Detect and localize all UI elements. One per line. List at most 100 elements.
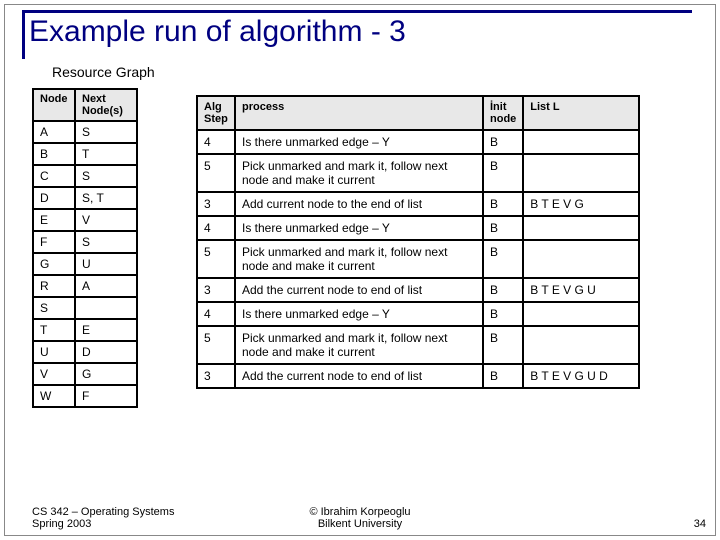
- header-node: Node: [33, 89, 75, 121]
- header-process: process: [235, 96, 483, 130]
- footer-center: © Ibrahim Korpeoglu Bilkent University: [0, 506, 720, 530]
- cell-init: B: [483, 240, 523, 278]
- table-header-row: Node Next Node(s): [33, 89, 137, 121]
- footer-copyright: © Ibrahim Korpeoglu: [0, 506, 720, 518]
- cell-next: A: [75, 275, 137, 297]
- cell-next: S: [75, 121, 137, 143]
- cell-init: B: [483, 130, 523, 154]
- cell-step: 5: [197, 326, 235, 364]
- cell-process: Add the current node to end of list: [235, 278, 483, 302]
- table-row: 4Is there unmarked edge – YB: [197, 302, 639, 326]
- title-box: Example run of algorithm - 3: [22, 10, 692, 59]
- cell-list: [523, 302, 639, 326]
- cell-list: B T E V G U: [523, 278, 639, 302]
- cell-next: S: [75, 231, 137, 253]
- cell-list: B T E V G U D: [523, 364, 639, 388]
- header-next: Next Node(s): [75, 89, 137, 121]
- cell-list: [523, 240, 639, 278]
- table-row: 3Add the current node to end of listBB T…: [197, 364, 639, 388]
- cell-node: T: [33, 319, 75, 341]
- footer-university: Bilkent University: [0, 518, 720, 530]
- cell-process: Add current node to the end of list: [235, 192, 483, 216]
- table-row: 4Is there unmarked edge – YB: [197, 216, 639, 240]
- cell-next: D: [75, 341, 137, 363]
- cell-list: B T E V G: [523, 192, 639, 216]
- cell-next: U: [75, 253, 137, 275]
- cell-node: W: [33, 385, 75, 407]
- slide-title: Example run of algorithm - 3: [29, 15, 692, 49]
- subtitle: Resource Graph: [52, 64, 155, 80]
- cell-step: 5: [197, 154, 235, 192]
- table-row: 5Pick unmarked and mark it, follow next …: [197, 326, 639, 364]
- cell-next: S: [75, 165, 137, 187]
- cell-node: R: [33, 275, 75, 297]
- cell-node: V: [33, 363, 75, 385]
- cell-process: Is there unmarked edge – Y: [235, 302, 483, 326]
- cell-next: V: [75, 209, 137, 231]
- cell-node: U: [33, 341, 75, 363]
- cell-list: [523, 130, 639, 154]
- cell-node: G: [33, 253, 75, 275]
- table-row: GU: [33, 253, 137, 275]
- table-header-row: Alg Step process İnit node List L: [197, 96, 639, 130]
- cell-next: [75, 297, 137, 319]
- table-row: 3Add the current node to end of listBB T…: [197, 278, 639, 302]
- table-row: 5Pick unmarked and mark it, follow next …: [197, 154, 639, 192]
- cell-node: C: [33, 165, 75, 187]
- cell-init: B: [483, 302, 523, 326]
- table-row: CS: [33, 165, 137, 187]
- cell-process: Is there unmarked edge – Y: [235, 130, 483, 154]
- table-row: 4Is there unmarked edge – YB: [197, 130, 639, 154]
- cell-init: B: [483, 364, 523, 388]
- cell-process: Pick unmarked and mark it, follow next n…: [235, 326, 483, 364]
- cell-init: B: [483, 216, 523, 240]
- cell-step: 3: [197, 364, 235, 388]
- cell-node: S: [33, 297, 75, 319]
- cell-node: D: [33, 187, 75, 209]
- cell-next: F: [75, 385, 137, 407]
- table-row: FS: [33, 231, 137, 253]
- table-row: AS: [33, 121, 137, 143]
- cell-step: 3: [197, 192, 235, 216]
- table-row: TE: [33, 319, 137, 341]
- cell-process: Pick unmarked and mark it, follow next n…: [235, 154, 483, 192]
- page-number: 34: [694, 518, 706, 530]
- cell-process: Pick unmarked and mark it, follow next n…: [235, 240, 483, 278]
- table-row: DS, T: [33, 187, 137, 209]
- cell-list: [523, 154, 639, 192]
- cell-node: B: [33, 143, 75, 165]
- algorithm-steps-table: Alg Step process İnit node List L 4Is th…: [196, 95, 640, 389]
- cell-node: F: [33, 231, 75, 253]
- table-row: RA: [33, 275, 137, 297]
- resource-graph-table: Node Next Node(s) AS BT CS DS, T EV FS G…: [32, 88, 138, 408]
- cell-step: 4: [197, 130, 235, 154]
- cell-node: A: [33, 121, 75, 143]
- cell-init: B: [483, 192, 523, 216]
- cell-list: [523, 326, 639, 364]
- cell-process: Is there unmarked edge – Y: [235, 216, 483, 240]
- cell-step: 3: [197, 278, 235, 302]
- cell-process: Add the current node to end of list: [235, 364, 483, 388]
- cell-next: S, T: [75, 187, 137, 209]
- table-row: UD: [33, 341, 137, 363]
- cell-init: B: [483, 326, 523, 364]
- header-init: İnit node: [483, 96, 523, 130]
- table-row: WF: [33, 385, 137, 407]
- table-row: BT: [33, 143, 137, 165]
- cell-list: [523, 216, 639, 240]
- header-step: Alg Step: [197, 96, 235, 130]
- cell-next: G: [75, 363, 137, 385]
- cell-init: B: [483, 278, 523, 302]
- header-list: List L: [523, 96, 639, 130]
- cell-step: 4: [197, 302, 235, 326]
- cell-next: T: [75, 143, 137, 165]
- cell-next: E: [75, 319, 137, 341]
- cell-node: E: [33, 209, 75, 231]
- cell-step: 5: [197, 240, 235, 278]
- cell-init: B: [483, 154, 523, 192]
- table-row: S: [33, 297, 137, 319]
- table-row: EV: [33, 209, 137, 231]
- table-row: VG: [33, 363, 137, 385]
- table-row: 5Pick unmarked and mark it, follow next …: [197, 240, 639, 278]
- table-row: 3Add current node to the end of listBB T…: [197, 192, 639, 216]
